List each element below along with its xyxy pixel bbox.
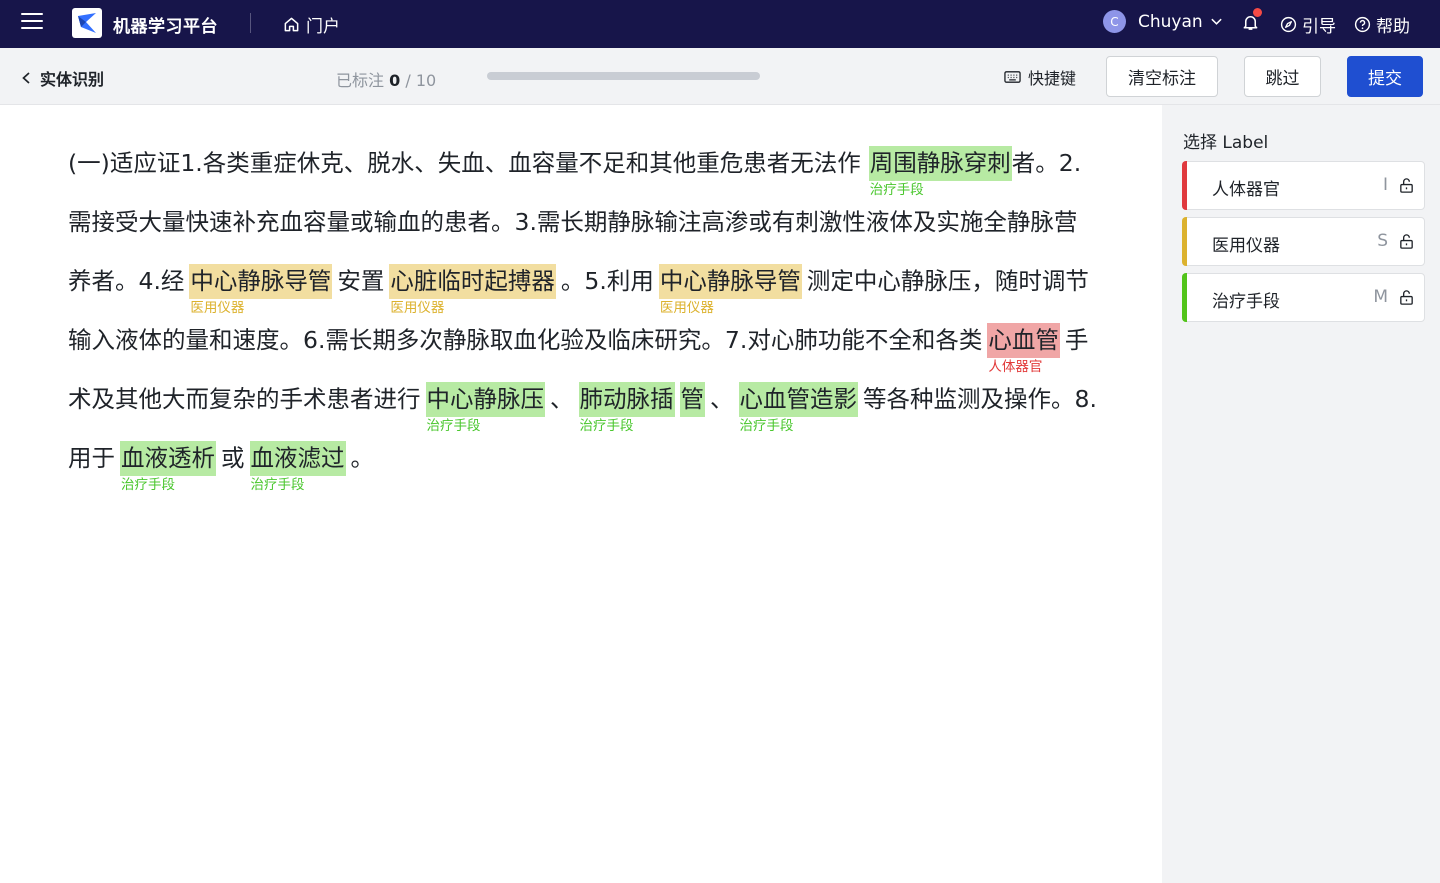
top-navbar: 机器学习平台 门户 C Chuyan 引导 帮助 (0, 0, 1440, 48)
entity-span[interactable]: 周围静脉穿刺治疗手段 (868, 146, 1012, 198)
notification-dot (1253, 8, 1262, 17)
entity-span[interactable]: 心血管 人体器官 (987, 323, 1060, 375)
entity-span[interactable]: 肺动脉插 治疗手段 (578, 382, 675, 434)
entity-label: 医用仪器 (190, 300, 245, 316)
home-icon (284, 17, 299, 32)
label-name: 人体器官 (1212, 180, 1280, 200)
entity-text: 中心静脉压 (426, 385, 545, 413)
entity-span-continued[interactable]: 管 (679, 382, 705, 417)
app-logo (72, 8, 102, 38)
guide-label: 引导 (1302, 17, 1336, 37)
label-name: 治疗手段 (1212, 292, 1280, 312)
shortcut-label: 快捷键 (1028, 69, 1077, 88)
nav-divider (250, 13, 251, 33)
entity-text: 心脏临时起搏器 (390, 267, 555, 295)
label-color-bar (1182, 217, 1187, 266)
user-name: Chuyan (1138, 11, 1203, 32)
skip-button[interactable]: 跳过 (1244, 56, 1321, 97)
avatar: C (1103, 10, 1126, 33)
menu-icon[interactable] (21, 13, 43, 35)
text-segment: (一)适应证1.各类重症休克、脱水、失血、血容量不足和其他重危患者无法作 (68, 149, 861, 177)
text-segment: 、 (550, 385, 574, 413)
shortcut-button[interactable]: 快捷键 (1004, 65, 1076, 89)
compass-icon (1280, 16, 1297, 33)
unlock-icon[interactable] (1398, 289, 1415, 306)
help-icon (1354, 16, 1371, 33)
label-color-bar (1182, 161, 1187, 210)
entity-label: 治疗手段 (579, 418, 634, 434)
portal-link[interactable]: 门户 (283, 12, 340, 37)
unlock-icon[interactable] (1398, 177, 1415, 194)
entity-span[interactable]: 中心静脉导管医用仪器 (658, 264, 802, 316)
entity-span[interactable]: 中心静脉压 治疗手段 (425, 382, 545, 434)
entity-label: 医用仪器 (659, 300, 714, 316)
entity-label: 治疗手段 (869, 182, 924, 198)
help-label: 帮助 (1376, 17, 1410, 37)
label-panel-title: 选择 Label (1183, 133, 1269, 153)
clear-annotations-button[interactable]: 清空标注 (1106, 56, 1218, 97)
chevron-left-icon (22, 72, 30, 84)
label-hotkey: I (1382, 175, 1388, 195)
keyboard-icon (1004, 71, 1021, 83)
app-title: 机器学习平台 (113, 17, 218, 37)
progress-total: / 10 (405, 71, 437, 90)
submit-button[interactable]: 提交 (1347, 56, 1423, 97)
text-segment: 安置 (337, 267, 385, 295)
entity-span[interactable]: 血液滤过 治疗手段 (249, 441, 346, 493)
entity-text: 心血管造影 (739, 385, 858, 413)
label-item[interactable]: 治疗手段 M (1182, 273, 1425, 322)
task-toolbar: 实体识别 已标注 0 / 10 快捷键 清空标注 跳过 提交 (0, 48, 1440, 105)
entity-span[interactable]: 心血管造影 治疗手段 (738, 382, 858, 434)
annotation-canvas: (一)适应证1.各类重症休克、脱水、失血、血容量不足和其他重危患者无法作 周围静脉… (0, 105, 1162, 883)
label-item[interactable]: 医用仪器 S (1182, 217, 1425, 266)
entity-label: 人体器官 (988, 359, 1043, 375)
unlock-icon[interactable] (1398, 233, 1415, 250)
entity-text: 肺动脉插 (579, 385, 674, 413)
help-link[interactable]: 帮助 (1354, 12, 1410, 37)
text-segment: 或 (221, 444, 245, 472)
document-text[interactable]: (一)适应证1.各类重症休克、脱水、失血、血容量不足和其他重危患者无法作 周围静脉… (68, 134, 1098, 493)
label-name: 医用仪器 (1212, 236, 1280, 256)
text-segment: 。5.利用 (560, 267, 654, 295)
entity-text: 周围静脉穿刺 (869, 149, 1011, 177)
progress-done: 0 (389, 71, 401, 90)
label-color-bar (1182, 273, 1187, 322)
text-segment: 。 (350, 444, 375, 472)
back-button[interactable]: 实体识别 (20, 66, 104, 90)
entity-label: 医用仪器 (390, 300, 445, 316)
guide-link[interactable]: 引导 (1280, 12, 1336, 37)
entity-text: 血液滤过 (250, 444, 345, 472)
entity-text: 中心静脉导管 (190, 267, 332, 295)
entity-label: 治疗手段 (739, 418, 794, 434)
progress-counter: 已标注 0 / 10 (336, 67, 436, 91)
label-hotkey: S (1377, 231, 1388, 251)
progress-prefix: 已标注 (336, 71, 385, 90)
entity-span[interactable]: 血液透析 治疗手段 (120, 441, 216, 493)
entity-span[interactable]: 心脏临时起搏器医用仪器 (389, 264, 556, 316)
entity-label: 治疗手段 (426, 418, 481, 434)
entity-text: 心血管 (988, 326, 1059, 354)
page-title: 实体识别 (40, 70, 105, 89)
entity-label: 治疗手段 (250, 477, 305, 493)
chevron-down-icon (1211, 18, 1222, 25)
text-segment: 、 (710, 385, 734, 413)
entity-text: 管 (680, 385, 705, 413)
label-panel: 选择 Label 人体器官 I 医用仪器 S 治疗手段 M (1162, 105, 1440, 883)
portal-label: 门户 (306, 17, 340, 37)
entity-text: 中心静脉导管 (659, 267, 801, 295)
entity-span[interactable]: 中心静脉导管医用仪器 (189, 264, 333, 316)
label-item[interactable]: 人体器官 I (1182, 161, 1425, 210)
entity-label: 治疗手段 (121, 477, 175, 493)
notification-bell-icon[interactable] (1241, 8, 1262, 32)
label-hotkey: M (1373, 287, 1388, 307)
user-menu[interactable]: C Chuyan (1103, 10, 1223, 33)
entity-text: 血液透析 (121, 444, 215, 472)
progress-bar (487, 72, 760, 80)
